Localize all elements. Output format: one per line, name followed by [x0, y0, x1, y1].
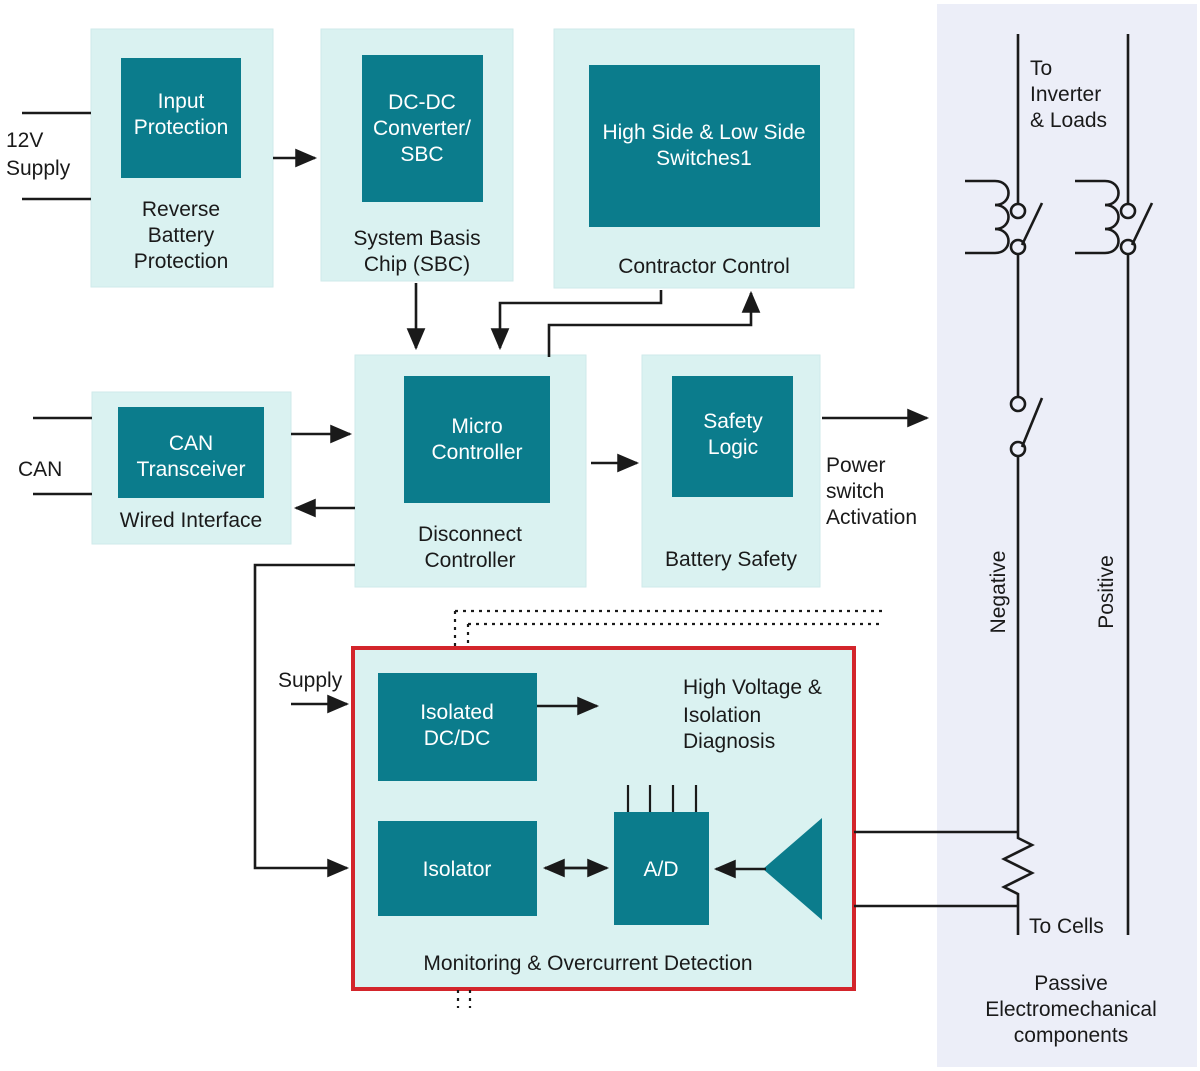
label-to-inverter-line1: To	[1030, 57, 1052, 80]
chip-ad-converter-label: A/D	[643, 858, 678, 881]
label-can: CAN	[18, 458, 62, 481]
arrow-contractor-control-to-disconnect-controller	[490, 290, 663, 351]
passive-components-panel	[937, 4, 1197, 1067]
group-monitoring-label: Monitoring & Overcurrent Detection	[423, 952, 752, 975]
chip-isolated-dcdc-label-line2: DC/DC	[424, 727, 491, 750]
diagram-canvas: Input Protection Reverse Battery Protect…	[0, 0, 1200, 1071]
label-to-inverter-line3: & Loads	[1030, 109, 1107, 132]
label-12v-supply-line1: 12V	[6, 129, 43, 152]
group-wired-interface-label: Wired Interface	[120, 509, 262, 532]
label-power-switch-activation-line2: switch	[826, 480, 884, 503]
note-high-voltage-line3: Diagnosis	[683, 730, 775, 753]
chip-can-transceiver-label-line2: Transceiver	[137, 458, 246, 481]
group-reverse-battery-protection-label-line3: Protection	[134, 250, 229, 273]
label-to-cells: To Cells	[1029, 915, 1104, 938]
chip-safety-logic-label-line2: Logic	[708, 436, 758, 459]
chip-dcdc-label-line2: Converter/	[373, 117, 471, 140]
chip-micro-controller	[404, 376, 550, 503]
chip-switches-label-line1: High Side & Low Side	[602, 121, 805, 144]
label-12v-supply-line2: Supply	[6, 157, 71, 180]
label-power-switch-activation-line1: Power	[826, 454, 886, 477]
panel-caption-line3: components	[1014, 1024, 1128, 1047]
chip-high-low-side-switches	[589, 65, 820, 227]
chip-micro-controller-label-line2: Controller	[431, 441, 522, 464]
label-to-inverter-line2: Inverter	[1030, 83, 1101, 106]
label-positive-rail: Positive	[1095, 555, 1118, 629]
group-battery-safety-label: Battery Safety	[665, 548, 797, 571]
wire-disconnect-controller-to-isolator	[253, 563, 355, 878]
label-negative-rail: Negative	[987, 551, 1010, 634]
chip-input-protection-label-line2: Protection	[134, 116, 229, 139]
group-sbc-label-line2: Chip (SBC)	[364, 253, 470, 276]
chip-micro-controller-label-line1: Micro	[451, 415, 502, 438]
chip-dcdc-label-line1: DC-DC	[388, 91, 456, 114]
panel-caption-line1: Passive	[1034, 972, 1108, 995]
note-high-voltage-line1: High Voltage &	[683, 676, 822, 699]
group-disconnect-controller-label-line2: Controller	[424, 549, 515, 572]
group-sbc-label-line1: System Basis	[353, 227, 480, 250]
chip-safety-logic-label-line1: Safety	[703, 410, 763, 433]
panel-caption-line2: Electromechanical	[985, 998, 1157, 1021]
chip-can-transceiver-label-line1: CAN	[169, 432, 213, 455]
group-reverse-battery-protection-label-line2: Battery	[148, 224, 215, 247]
chip-input-protection-label-line1: Input	[158, 90, 205, 113]
chip-dcdc-label-line3: SBC	[400, 143, 443, 166]
chip-isolated-dcdc-label-line1: Isolated	[420, 701, 494, 724]
note-high-voltage-line2: Isolation	[683, 704, 761, 727]
group-reverse-battery-protection-label-line1: Reverse	[142, 198, 220, 221]
chip-switches-label-line2: Switches1	[656, 147, 752, 170]
chip-isolator-label: Isolator	[423, 858, 492, 881]
group-contractor-control-label: Contractor Control	[618, 255, 790, 278]
label-supply-isolated: Supply	[278, 669, 343, 692]
block-diagram-svg: Input Protection Reverse Battery Protect…	[6, 4, 1197, 1067]
label-power-switch-activation-line3: Activation	[826, 506, 917, 529]
group-disconnect-controller-label-line1: Disconnect	[418, 523, 522, 546]
